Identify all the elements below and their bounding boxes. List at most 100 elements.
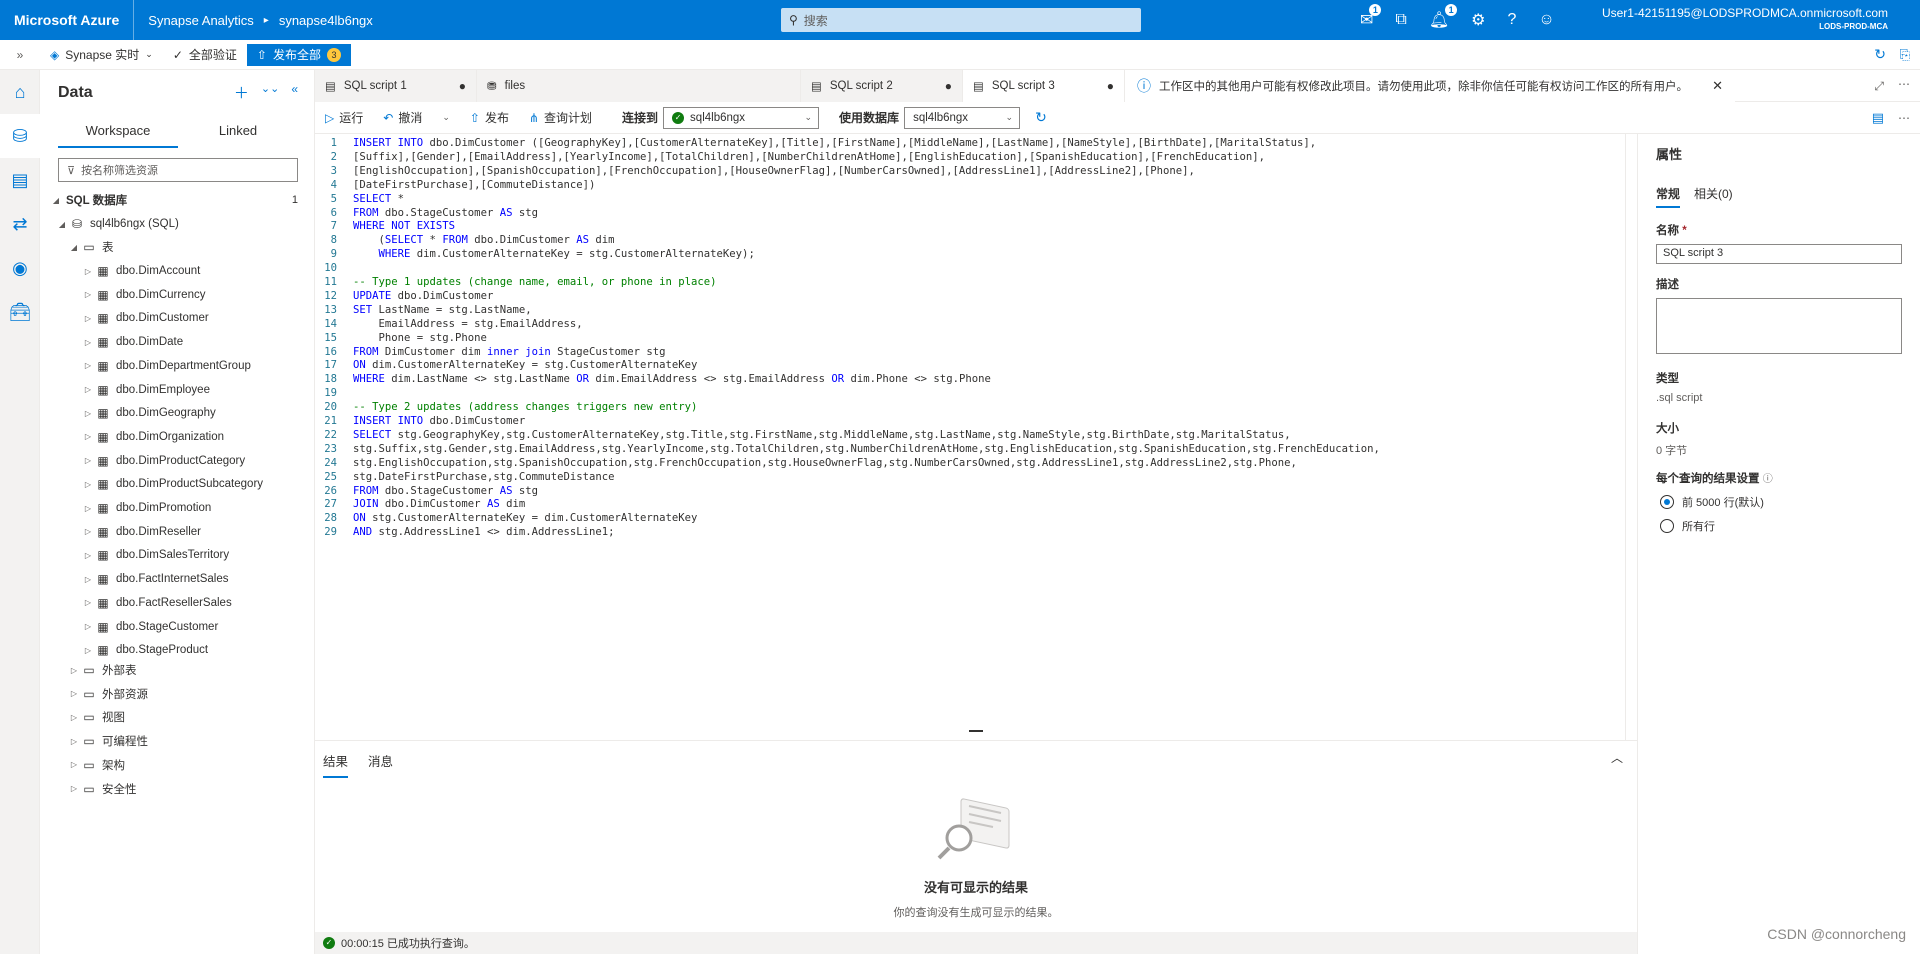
code-line[interactable]: 21 INSERT INTO dbo.DimCustomer bbox=[315, 414, 1625, 428]
maximize-icon[interactable]: ⤢ bbox=[1874, 79, 1884, 94]
code-line[interactable]: 19 bbox=[315, 386, 1625, 400]
chevron-right-icon[interactable]: ▷ bbox=[82, 267, 94, 276]
radio-first-5000-rows[interactable]: 前 5000 行(默认) bbox=[1660, 494, 1902, 510]
code-line[interactable]: 11 -- Type 1 updates (change name, email,… bbox=[315, 275, 1625, 289]
directory-icon[interactable]: ⧉ bbox=[1395, 11, 1406, 29]
code-line[interactable]: 6 FROM dbo.StageCustomer AS stg bbox=[315, 206, 1625, 220]
help-icon[interactable]: ? bbox=[1508, 11, 1517, 29]
run-button[interactable]: ▷ 运行 bbox=[315, 109, 373, 126]
chevron-right-icon[interactable]: ▷ bbox=[82, 504, 94, 513]
tab-sql-script-3[interactable]: ▤ SQL script 3 ● bbox=[963, 70, 1125, 102]
publish-all-button[interactable]: ⇧ 发布全部 3 bbox=[246, 43, 351, 66]
connect-to-select[interactable]: ✓ sql4lb6ngx ⌄ bbox=[663, 106, 820, 129]
tree-folder-item[interactable]: ▷ ▭ 视图 bbox=[40, 705, 302, 729]
code-line[interactable]: 26 FROM dbo.StageCustomer AS stg bbox=[315, 484, 1625, 498]
tree-table-item[interactable]: ▷ ▦ dbo.FactResellerSales bbox=[40, 591, 302, 615]
clipboard-icon[interactable]: ⎘ bbox=[1900, 47, 1910, 63]
tab-general[interactable]: 常规 bbox=[1656, 185, 1681, 208]
tree-folder-tables[interactable]: ◢ ▭ 表 bbox=[40, 235, 302, 259]
notifications-icon[interactable]: 🔔︎ 1 bbox=[1429, 4, 1458, 30]
validate-all-button[interactable]: ✓ 全部验证 bbox=[163, 46, 247, 63]
code-line[interactable]: 23 stg.Suffix,stg.Gender,stg.EmailAddress… bbox=[315, 442, 1625, 456]
tab-sql-script-2[interactable]: ▤ SQL script 2 ● bbox=[801, 70, 963, 102]
tab-results[interactable]: 结果 bbox=[323, 751, 349, 778]
code-line[interactable]: 4 [DateFirstPurchase],[CommuteDistance]) bbox=[315, 178, 1625, 192]
refresh-icon[interactable]: ↻ bbox=[1035, 109, 1047, 126]
more-options-icon[interactable]: ⋯ bbox=[1898, 111, 1910, 125]
tree-table-item[interactable]: ▷ ▦ dbo.DimCurrency bbox=[40, 283, 302, 307]
global-search-box[interactable]: ⚲ 搜索 bbox=[781, 8, 1141, 32]
code-line[interactable]: 10 bbox=[315, 261, 1625, 275]
name-input[interactable]: SQL script 3 bbox=[1656, 244, 1902, 264]
tree-table-item[interactable]: ▷ ▦ dbo.DimReseller bbox=[40, 520, 302, 544]
tree-folder-item[interactable]: ▷ ▭ 外部表 bbox=[40, 658, 302, 682]
description-textarea[interactable] bbox=[1656, 298, 1902, 354]
code-line[interactable]: 3 [EnglishOccupation],[SpanishOccupation]… bbox=[315, 164, 1625, 178]
code-line[interactable]: 25 stg.DateFirstPurchase,stg.CommuteDista… bbox=[315, 470, 1625, 484]
add-resource-icon[interactable]: ＋ bbox=[234, 82, 249, 103]
filter-resources-input[interactable]: ⊽ 按名称筛选资源 bbox=[58, 158, 298, 182]
chevron-right-icon[interactable]: ▷ bbox=[68, 737, 80, 746]
query-plan-button[interactable]: ⋔ 查询计划 bbox=[519, 109, 602, 126]
code-line[interactable]: 28 ON stg.CustomerAlternateKey = dim.Cust… bbox=[315, 511, 1625, 525]
use-database-select[interactable]: sql4lb6ngx ⌄ bbox=[904, 106, 1021, 129]
tree-table-item[interactable]: ▷ ▦ dbo.DimSalesTerritory bbox=[40, 543, 302, 567]
more-tabs-icon[interactable]: ⋯ bbox=[1898, 77, 1910, 91]
tree-table-item[interactable]: ▷ ▦ dbo.DimCustomer bbox=[40, 306, 302, 330]
radio-all-rows[interactable]: 所有行 bbox=[1660, 518, 1902, 534]
data-hub-icon[interactable]: ⛁ bbox=[0, 114, 40, 158]
mode-selector[interactable]: ◈ Synapse 实时 ⌄ bbox=[40, 46, 163, 63]
tree-table-item[interactable]: ▷ ▦ dbo.DimDate bbox=[40, 330, 302, 354]
chevron-right-icon[interactable]: ▷ bbox=[82, 385, 94, 394]
code-line[interactable]: 15 Phone = stg.Phone bbox=[315, 331, 1625, 345]
tree-folder-item[interactable]: ▷ ▭ 外部资源 bbox=[40, 682, 302, 706]
undo-dropdown[interactable]: ⌄ bbox=[432, 112, 460, 123]
integrate-hub-icon[interactable]: ⇄ bbox=[0, 202, 40, 246]
sql-code-editor[interactable]: 1 INSERT INTO dbo.DimCustomer ([Geography… bbox=[315, 134, 1637, 740]
breadcrumb-product[interactable]: Synapse Analytics bbox=[148, 13, 254, 28]
code-line[interactable]: 17 ON dim.CustomerAlternateKey = stg.Cust… bbox=[315, 358, 1625, 372]
chevron-right-icon[interactable]: ▷ bbox=[82, 338, 94, 347]
chevron-right-icon[interactable]: ▷ bbox=[82, 290, 94, 299]
publish-button[interactable]: ⇧ 发布 bbox=[460, 109, 519, 126]
chevron-right-icon[interactable]: ▷ bbox=[82, 527, 94, 536]
code-line[interactable]: 20 -- Type 2 updates (address changes tri… bbox=[315, 400, 1625, 414]
tab-sql-script-1[interactable]: ▤ SQL script 1 ● bbox=[315, 70, 477, 102]
chevron-right-icon[interactable]: ▷ bbox=[82, 551, 94, 560]
tree-folder-item[interactable]: ▷ ▭ 架构 bbox=[40, 753, 302, 777]
tree-sql-databases[interactable]: ◢ SQL 数据库 1 bbox=[40, 188, 302, 212]
tab-workspace[interactable]: Workspace bbox=[58, 115, 178, 148]
develop-hub-icon[interactable]: ▤ bbox=[0, 158, 40, 202]
code-line[interactable]: 27 JOIN dbo.DimCustomer AS dim bbox=[315, 497, 1625, 511]
chevron-right-icon[interactable]: ▷ bbox=[82, 598, 94, 607]
tree-folder-item[interactable]: ▷ ▭ 安全性 bbox=[40, 777, 302, 801]
code-line[interactable]: 22 SELECT stg.GeographyKey,stg.CustomerAl… bbox=[315, 428, 1625, 442]
tree-table-item[interactable]: ▷ ▦ dbo.DimProductSubcategory bbox=[40, 472, 302, 496]
code-line[interactable]: 12 UPDATE dbo.DimCustomer bbox=[315, 289, 1625, 303]
tree-table-item[interactable]: ▷ ▦ dbo.DimAccount bbox=[40, 259, 302, 283]
chevron-expanded-icon[interactable]: ◢ bbox=[56, 220, 68, 229]
code-line[interactable]: 18 WHERE dim.LastName <> stg.LastName OR … bbox=[315, 372, 1625, 386]
breadcrumb-workspace[interactable]: synapse4lb6ngx bbox=[279, 13, 373, 28]
code-line[interactable]: 29 AND stg.AddressLine1 <> dim.AddressLin… bbox=[315, 525, 1625, 539]
info-icon[interactable]: ⓘ bbox=[1763, 474, 1773, 485]
chevron-right-icon[interactable]: ▷ bbox=[82, 622, 94, 631]
editor-scrollbar[interactable] bbox=[1625, 134, 1637, 740]
azure-brand[interactable]: Microsoft Azure bbox=[0, 0, 135, 40]
settings-gear-icon[interactable]: ⚙ bbox=[1471, 10, 1485, 30]
collapse-all-icon[interactable]: ⌄⌄ bbox=[261, 82, 279, 103]
code-line[interactable]: 5 SELECT * bbox=[315, 192, 1625, 206]
user-account[interactable]: User1-42151195@LODSPRODMCA.onmicrosoft.c… bbox=[1602, 6, 1888, 34]
refresh-icon[interactable]: ↻ bbox=[1874, 46, 1886, 63]
chevron-expanded-icon[interactable]: ◢ bbox=[50, 196, 62, 205]
tab-files[interactable]: ⛃ files bbox=[477, 70, 801, 102]
code-line[interactable]: 2 [Suffix],[Gender],[EmailAddress],[Yearl… bbox=[315, 150, 1625, 164]
tree-table-item[interactable]: ▷ ▦ dbo.DimGeography bbox=[40, 401, 302, 425]
chevron-right-icon[interactable]: ▷ bbox=[82, 456, 94, 465]
chevron-right-icon[interactable]: ▷ bbox=[82, 480, 94, 489]
chevron-right-icon[interactable]: ▷ bbox=[82, 409, 94, 418]
tab-messages[interactable]: 消息 bbox=[368, 751, 393, 778]
code-line[interactable]: 16 FROM DimCustomer dim inner join StageC… bbox=[315, 345, 1625, 359]
tree-table-item[interactable]: ▷ ▦ dbo.DimOrganization bbox=[40, 425, 302, 449]
tree-table-item[interactable]: ▷ ▦ dbo.StageCustomer bbox=[40, 615, 302, 639]
